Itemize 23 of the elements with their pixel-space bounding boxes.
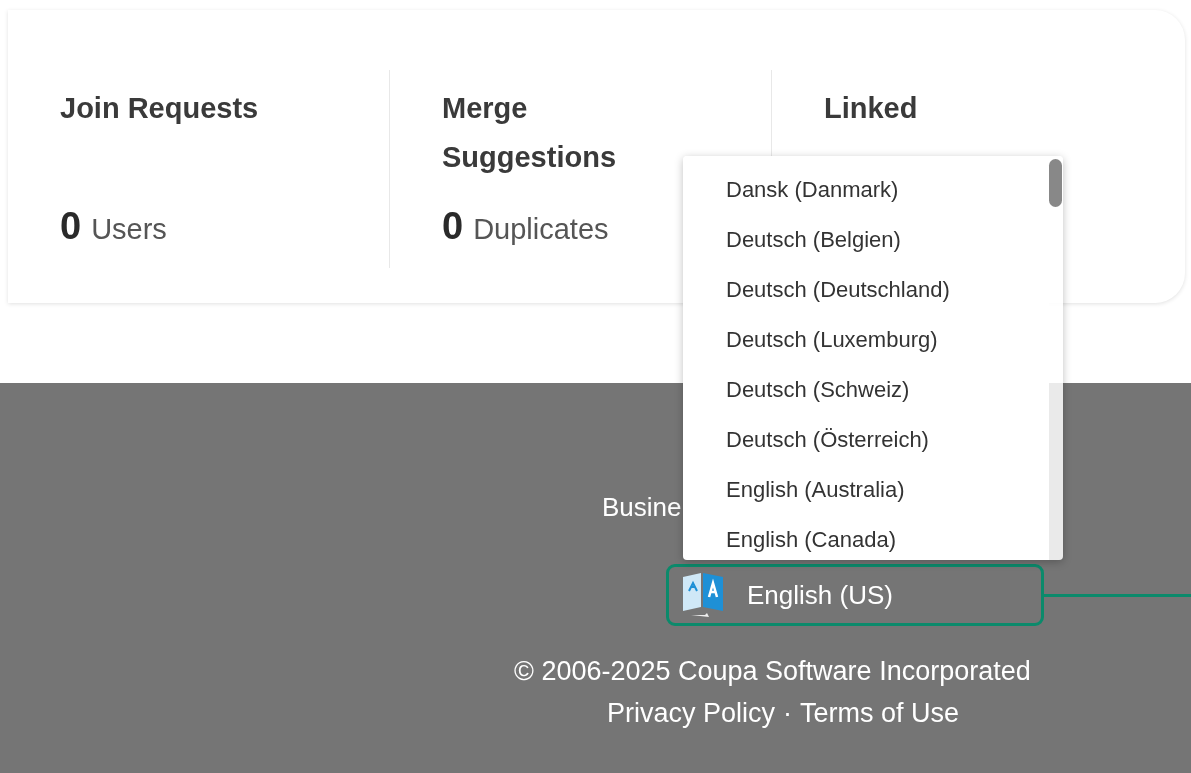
language-option[interactable]: Dansk (Danmark) bbox=[683, 165, 1049, 215]
link-separator: · bbox=[783, 697, 793, 730]
stat-unit: Duplicates bbox=[473, 213, 609, 246]
language-option[interactable]: Deutsch (Luxemburg) bbox=[683, 315, 1049, 365]
stat-title: Linked bbox=[824, 91, 919, 126]
language-option[interactable]: Deutsch (Belgien) bbox=[683, 215, 1049, 265]
footer-link[interactable]: Privacy Policy bbox=[607, 696, 776, 730]
footer-link[interactable]: Terms of Use bbox=[800, 696, 960, 730]
language-selector[interactable]: English (US) bbox=[666, 564, 1044, 626]
footer-text: Busine bbox=[602, 491, 682, 523]
stat-unit: Users bbox=[91, 213, 167, 246]
language-option[interactable]: English (Canada) bbox=[683, 515, 1049, 560]
copyright-text: © 2006-2025 Coupa Software Incorporated bbox=[514, 655, 1031, 688]
translate-book-icon bbox=[681, 571, 725, 619]
language-option[interactable]: English (Australia) bbox=[683, 465, 1049, 515]
stat-count: 0 bbox=[442, 205, 464, 248]
stat-title: Join Requests bbox=[60, 91, 260, 126]
stat-title: Merge Suggestions bbox=[442, 91, 617, 175]
language-option[interactable]: Deutsch (Deutschland) bbox=[683, 265, 1049, 315]
language-option[interactable]: Deutsch (Schweiz) bbox=[683, 365, 1049, 415]
language-option[interactable]: Deutsch (Österreich) bbox=[683, 415, 1049, 465]
stat-count: 0 bbox=[60, 205, 82, 248]
scrollbar-thumb[interactable] bbox=[1049, 159, 1062, 207]
